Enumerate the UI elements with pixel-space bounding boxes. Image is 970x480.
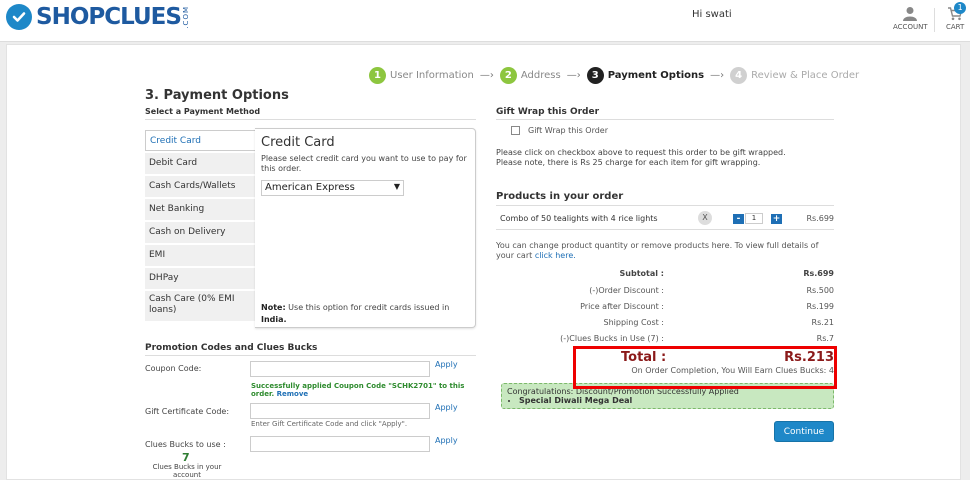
credit-card-note: Note: Use this option for credit cards i… [261,303,450,324]
divider [145,119,476,120]
products-heading: Products in your order [496,191,624,202]
step-label: Payment Options [607,70,705,81]
dropdown-arrow-icon: ▼ [393,182,400,191]
logo-text: SHOPCLUES [36,4,182,30]
step-number: 1 [369,67,386,84]
method-dhpay[interactable]: DHPay [145,268,255,289]
method-cash-care[interactable]: Cash Care (0% EMI loans) [145,291,255,321]
gift-wrap-description: Please click on checkbox above to reques… [496,148,786,167]
account-button[interactable]: ACCOUNT [893,6,928,31]
order-discount-label: (-)Order Discount : [589,286,664,295]
method-net-banking[interactable]: Net Banking [145,199,255,220]
step-label: Review & Place Order [751,70,860,81]
shipping-cost-value: Rs.21 [811,318,834,327]
view-cart-link[interactable]: click here. [535,251,576,260]
apply-clues-bucks-link[interactable]: Apply [435,436,458,445]
method-credit-card[interactable]: Credit Card [145,130,255,151]
method-cash-cards-wallets[interactable]: Cash Cards/Wallets [145,176,255,197]
method-debit-card[interactable]: Debit Card [145,153,255,174]
clues-bucks-used-value: Rs.7 [816,334,834,343]
cart-change-note: You can change product quantity or remov… [496,241,819,260]
step-review-place-order: 4 Review & Place Order [730,67,859,84]
payment-method-heading: Select a Payment Method [145,107,261,116]
panel-title: Credit Card [261,135,335,150]
price-after-discount-label: Price after Discount : [580,302,664,311]
step-label: Address [520,70,561,81]
product-price: Rs.699 [806,214,834,223]
order-discount-value: Rs.500 [806,286,834,295]
arrow-right-icon: —› [710,70,725,81]
divider [496,119,834,120]
payment-method-list: Credit Card Debit Card Cash Cards/Wallet… [145,130,255,323]
page-title: 3. Payment Options [145,88,289,103]
coupon-code-label: Coupon Code: [145,364,202,373]
coupon-success-message: Successfully applied Coupon Code "SCHK27… [251,382,465,398]
coupon-code-input[interactable] [250,361,430,377]
user-greeting: Hi swati [692,9,732,20]
checkout-stepper: 1 User Information —› 2 Address —› 3 Pay… [369,67,859,84]
apply-gift-certificate-link[interactable]: Apply [435,403,458,412]
subtotal-label: Subtotal : [619,269,664,278]
method-cash-on-delivery[interactable]: Cash on Delivery [145,222,255,243]
total-highlight-box [573,346,837,389]
method-emi[interactable]: EMI [145,245,255,266]
clues-bucks-label: Clues Bucks to use : [145,440,226,449]
step-label: User Information [390,70,474,81]
step-number: 4 [730,67,748,84]
quantity-decrease-button[interactable]: - [733,214,744,224]
subtotal-value: Rs.699 [803,269,834,278]
cart-label: CART [946,23,965,31]
quantity-input[interactable]: 1 [745,213,763,224]
gift-certificate-hint: Enter Gift Certificate Code and click "A… [251,420,408,428]
logo-suffix: .COM [181,5,190,29]
gift-wrap-checkbox-label: Gift Wrap this Order [528,126,609,135]
clues-bucks-used-label: (-)Clues Bucks in Use (7) : [560,334,664,343]
promotions-heading: Promotion Codes and Clues Bucks [145,343,318,353]
site-header: SHOPCLUES .COM Hi swati ACCOUNT 1 CART [0,0,970,42]
gift-certificate-input[interactable] [250,403,430,419]
continue-button[interactable]: Continue [774,421,834,442]
clues-bucks-caption: Clues Bucks in your account [152,463,222,479]
arrow-right-icon: —› [566,70,581,81]
product-row: Combo of 50 tealights with 4 rice lights… [496,205,834,230]
price-after-discount-value: Rs.199 [806,302,834,311]
gift-wrap-option[interactable]: Gift Wrap this Order [511,126,608,135]
step-user-information[interactable]: 1 User Information [369,67,474,84]
divider [145,355,476,356]
credit-card-panel: Credit Card Please select credit card yo… [255,128,476,328]
step-address[interactable]: 2 Address [499,67,561,84]
card-type-select[interactable]: American Express ▼ [261,180,404,196]
gift-wrap-checkbox[interactable] [511,126,520,135]
checkmark-icon [6,4,32,30]
step-payment-options: 3 Payment Options [586,67,705,84]
cart-count-badge: 1 [954,2,967,14]
applied-deal: Special Diwali Mega Deal [519,396,828,405]
user-icon [903,7,918,21]
cart-button[interactable]: 1 CART [946,2,967,31]
quantity-increase-button[interactable]: + [771,214,782,224]
arrow-right-icon: —› [479,70,494,81]
gift-certificate-label: Gift Certificate Code: [145,407,230,416]
shipping-cost-label: Shipping Cost : [603,318,664,327]
remove-product-button[interactable]: X [698,211,712,225]
gift-wrap-heading: Gift Wrap this Order [496,107,600,117]
step-number: 2 [499,67,517,84]
selected-card: American Express [265,182,355,193]
panel-description: Please select credit card you want to us… [261,154,467,173]
remove-coupon-link[interactable]: Remove [277,390,309,398]
apply-coupon-link[interactable]: Apply [435,360,458,369]
clues-bucks-input[interactable] [250,436,430,452]
account-label: ACCOUNT [893,23,928,31]
step-number: 3 [586,67,604,84]
product-name: Combo of 50 tealights with 4 rice lights [500,214,658,223]
shopclues-logo[interactable]: SHOPCLUES .COM [6,4,190,30]
header-divider [934,8,935,32]
